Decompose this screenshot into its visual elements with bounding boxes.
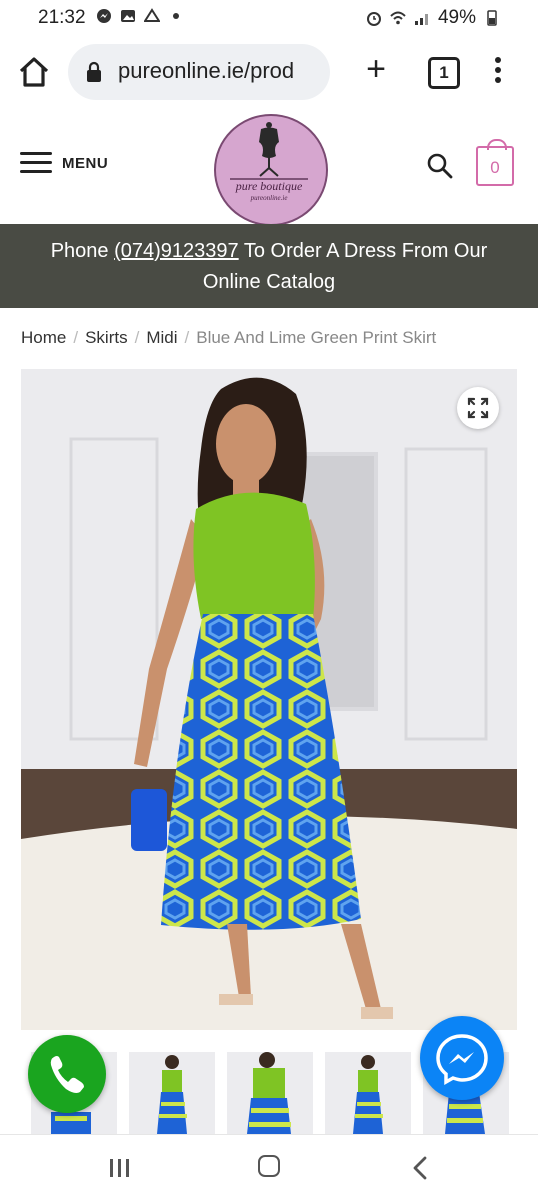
status-time: 21:32 bbox=[38, 7, 86, 28]
breadcrumb-midi[interactable]: Midi bbox=[146, 328, 177, 347]
new-tab-button[interactable]: + bbox=[360, 52, 392, 86]
breadcrumb-home[interactable]: Home bbox=[21, 328, 66, 347]
breadcrumb: Home / Skirts / Midi / Blue And Lime Green Pri… bbox=[21, 328, 436, 348]
drive-icon bbox=[144, 8, 160, 22]
phone-banner: Phone (074)9123397 To Order A Dress From… bbox=[0, 224, 538, 308]
breadcrumb-separator: / bbox=[73, 328, 79, 347]
battery-icon bbox=[487, 10, 497, 26]
breadcrumb-skirts[interactable]: Skirts bbox=[85, 328, 128, 347]
back-icon[interactable] bbox=[410, 1155, 430, 1181]
browser-toolbar: pureonline.ie/prod + 1 bbox=[0, 34, 538, 113]
logo-text: pure boutique bbox=[235, 179, 303, 193]
search-icon[interactable] bbox=[426, 152, 454, 180]
product-photo bbox=[21, 369, 517, 1030]
site-header: MENU pure boutique pureonline.ie 0 bbox=[0, 112, 538, 226]
signal-icon bbox=[414, 14, 428, 25]
messenger-icon bbox=[97, 9, 111, 23]
system-status: 49% bbox=[366, 7, 500, 29]
breadcrumb-current: Blue And Lime Green Print Skirt bbox=[196, 328, 437, 347]
logo-subtext: pureonline.ie bbox=[250, 194, 288, 202]
recents-icon[interactable] bbox=[108, 1157, 132, 1179]
url-text: pureonline.ie/prod bbox=[118, 58, 295, 83]
address-bar[interactable]: pureonline.ie/prod bbox=[68, 44, 330, 100]
site-logo[interactable]: pure boutique pureonline.ie bbox=[214, 114, 328, 226]
menu-button[interactable]: MENU bbox=[20, 152, 108, 174]
menu-label: MENU bbox=[62, 154, 109, 172]
thumbnail-3[interactable] bbox=[227, 1052, 313, 1134]
home-icon[interactable] bbox=[16, 54, 52, 90]
thumbnail-4[interactable] bbox=[325, 1052, 411, 1134]
alarm-icon bbox=[366, 12, 381, 26]
system-nav-bar bbox=[0, 1134, 538, 1201]
hamburger-icon bbox=[20, 152, 52, 174]
notification-icons bbox=[96, 8, 184, 24]
messenger-icon bbox=[436, 1034, 488, 1086]
status-bar: 21:32 49% bbox=[0, 0, 538, 34]
tab-switcher-button[interactable]: 1 bbox=[428, 57, 460, 89]
thumbnail-2[interactable] bbox=[129, 1052, 215, 1134]
banner-prefix: Phone bbox=[50, 240, 115, 262]
cart-button[interactable]: 0 bbox=[476, 139, 514, 186]
expand-icon bbox=[467, 397, 489, 419]
call-button[interactable] bbox=[28, 1035, 106, 1113]
breadcrumb-separator: / bbox=[184, 328, 190, 347]
banner-suffix: To Order A Dress From Our Online Catalog bbox=[202, 240, 488, 293]
home-nav-icon[interactable] bbox=[258, 1155, 280, 1177]
wifi-icon bbox=[390, 11, 406, 25]
phone-icon bbox=[50, 1056, 84, 1093]
dress-form-icon bbox=[230, 122, 308, 180]
zoom-button[interactable] bbox=[457, 387, 499, 429]
phone-link[interactable]: (074)9123397 bbox=[114, 240, 239, 262]
gallery-icon bbox=[121, 10, 135, 22]
battery-percent: 49% bbox=[437, 7, 476, 28]
lock-icon bbox=[87, 61, 101, 82]
messenger-button[interactable] bbox=[420, 1016, 504, 1100]
dot-icon bbox=[173, 13, 179, 19]
breadcrumb-separator: / bbox=[134, 328, 140, 347]
product-image[interactable] bbox=[21, 369, 517, 1030]
more-options-icon[interactable] bbox=[488, 54, 508, 90]
